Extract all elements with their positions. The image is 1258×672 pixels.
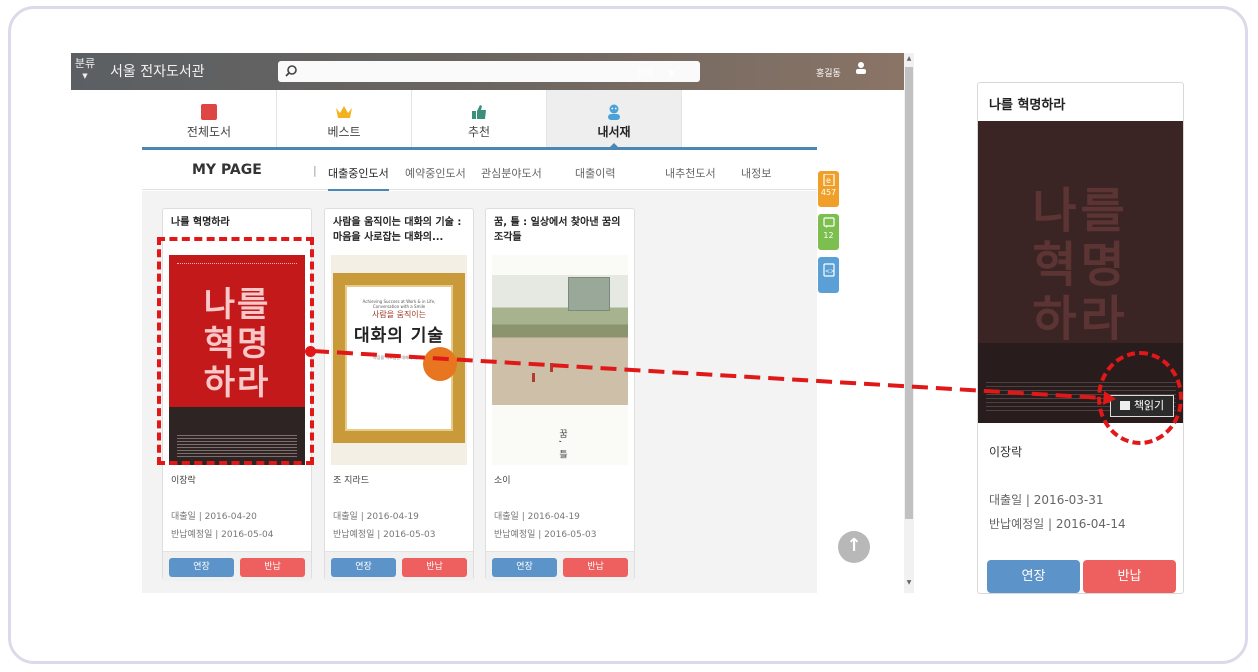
callout-dot: [305, 346, 316, 357]
highlight-circle: [1097, 351, 1183, 445]
callout-arrow: [312, 349, 1116, 405]
